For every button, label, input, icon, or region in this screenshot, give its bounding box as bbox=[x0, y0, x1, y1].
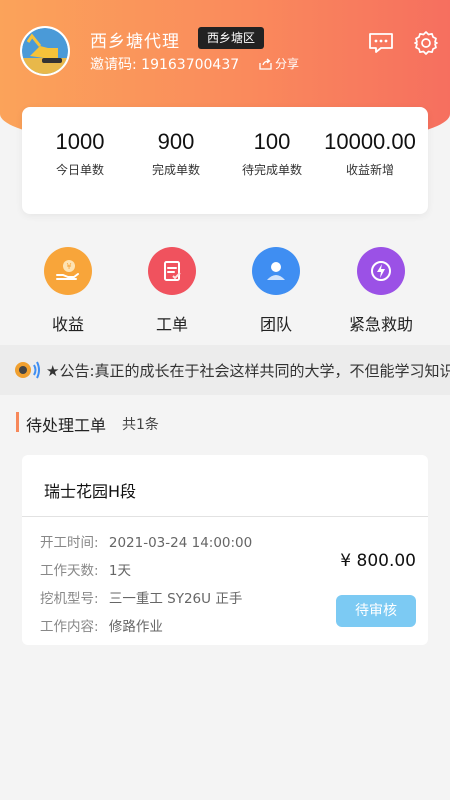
menu-label: 工单 bbox=[155, 315, 188, 334]
order-card[interactable]: 瑞士花园H段 开工时间: 2021-03-24 14:00:00 工作天数: 1… bbox=[22, 455, 428, 645]
row-key: 挖机型号: bbox=[40, 591, 99, 607]
settings-button[interactable] bbox=[413, 30, 439, 56]
order-title: 瑞士花园H段 bbox=[44, 482, 137, 501]
emergency-icon bbox=[357, 247, 405, 295]
order-row-work-content: 工作内容: 修路作业 bbox=[40, 615, 163, 635]
row-key: 开工时间: bbox=[40, 535, 99, 551]
menu-label: 团队 bbox=[259, 315, 292, 334]
row-value: 修路作业 bbox=[108, 619, 163, 635]
stat-label: 今日单数 bbox=[55, 163, 104, 177]
section-accent-bar bbox=[16, 412, 19, 432]
message-icon bbox=[369, 33, 393, 53]
stat-label: 待完成单数 bbox=[241, 163, 302, 177]
username: 西乡塘代理 bbox=[90, 32, 180, 52]
menu-label: 收益 bbox=[51, 315, 84, 334]
avatar[interactable] bbox=[20, 26, 70, 76]
share-icon bbox=[259, 57, 272, 70]
stat-value: 1000 bbox=[55, 129, 105, 154]
gear-icon bbox=[414, 31, 438, 55]
stat-completed-orders[interactable]: 900 完成单数 bbox=[126, 129, 226, 178]
row-key: 工作天数: bbox=[40, 563, 99, 579]
invite-code: 邀请码: 19163700437 bbox=[90, 54, 239, 74]
section-count: 共1条 bbox=[122, 417, 159, 433]
row-value: 三一重工 SY26U 正手 bbox=[108, 591, 243, 607]
menu-work-order[interactable]: 工单 bbox=[132, 247, 212, 335]
order-row-start-time: 开工时间: 2021-03-24 14:00:00 bbox=[40, 531, 252, 551]
notice-text: ★公告:真正的成长在于社会这样共同的大学，不但能学习知识 bbox=[46, 362, 450, 380]
menu-income[interactable]: ¥ 收益 bbox=[28, 247, 108, 335]
notice-bar[interactable]: ★公告:真正的成长在于社会这样共同的大学，不但能学习知识 bbox=[0, 345, 450, 395]
stat-value: 100 bbox=[253, 129, 291, 154]
share-button[interactable]: 分享 bbox=[259, 55, 299, 72]
section-title: 待处理工单 bbox=[26, 416, 107, 435]
income-icon: ¥ bbox=[44, 247, 92, 295]
order-row-excavator-model: 挖机型号: 三一重工 SY26U 正手 bbox=[40, 587, 242, 607]
order-row-work-days: 工作天数: 1天 bbox=[40, 559, 131, 579]
row-value: 2021-03-24 14:00:00 bbox=[108, 535, 253, 551]
row-value: 1天 bbox=[108, 563, 131, 579]
order-price: ¥ 800.00 bbox=[340, 551, 416, 571]
stats-card: 1000 今日单数 900 完成单数 100 待完成单数 10000.00 收益… bbox=[22, 107, 428, 214]
stat-label: 收益新增 bbox=[345, 163, 394, 177]
stat-value: 10000.00 bbox=[324, 129, 416, 154]
stat-today-orders[interactable]: 1000 今日单数 bbox=[30, 129, 130, 178]
share-label: 分享 bbox=[275, 57, 300, 71]
work-order-icon bbox=[148, 247, 196, 295]
menu-team[interactable]: 团队 bbox=[236, 247, 316, 335]
invite-code-value: 19163700437 bbox=[141, 57, 240, 73]
stat-pending-orders[interactable]: 100 待完成单数 bbox=[222, 129, 322, 178]
menu-label: 紧急救助 bbox=[348, 315, 413, 334]
row-key: 工作内容: bbox=[40, 619, 99, 635]
stat-new-income[interactable]: 10000.00 收益新增 bbox=[314, 129, 426, 178]
stat-label: 完成单数 bbox=[151, 163, 200, 177]
divider bbox=[22, 516, 428, 517]
message-button[interactable] bbox=[368, 30, 394, 56]
speaker-icon bbox=[14, 358, 42, 386]
area-badge: 西乡塘区 bbox=[198, 27, 265, 49]
invite-label: 邀请码: bbox=[90, 57, 137, 73]
team-icon bbox=[252, 247, 300, 295]
excavator-icon bbox=[22, 33, 68, 74]
menu-emergency[interactable]: 紧急救助 bbox=[341, 247, 421, 335]
stat-value: 900 bbox=[157, 129, 195, 154]
status-button[interactable]: 待审核 bbox=[336, 595, 416, 627]
svg-text:¥: ¥ bbox=[66, 262, 71, 271]
